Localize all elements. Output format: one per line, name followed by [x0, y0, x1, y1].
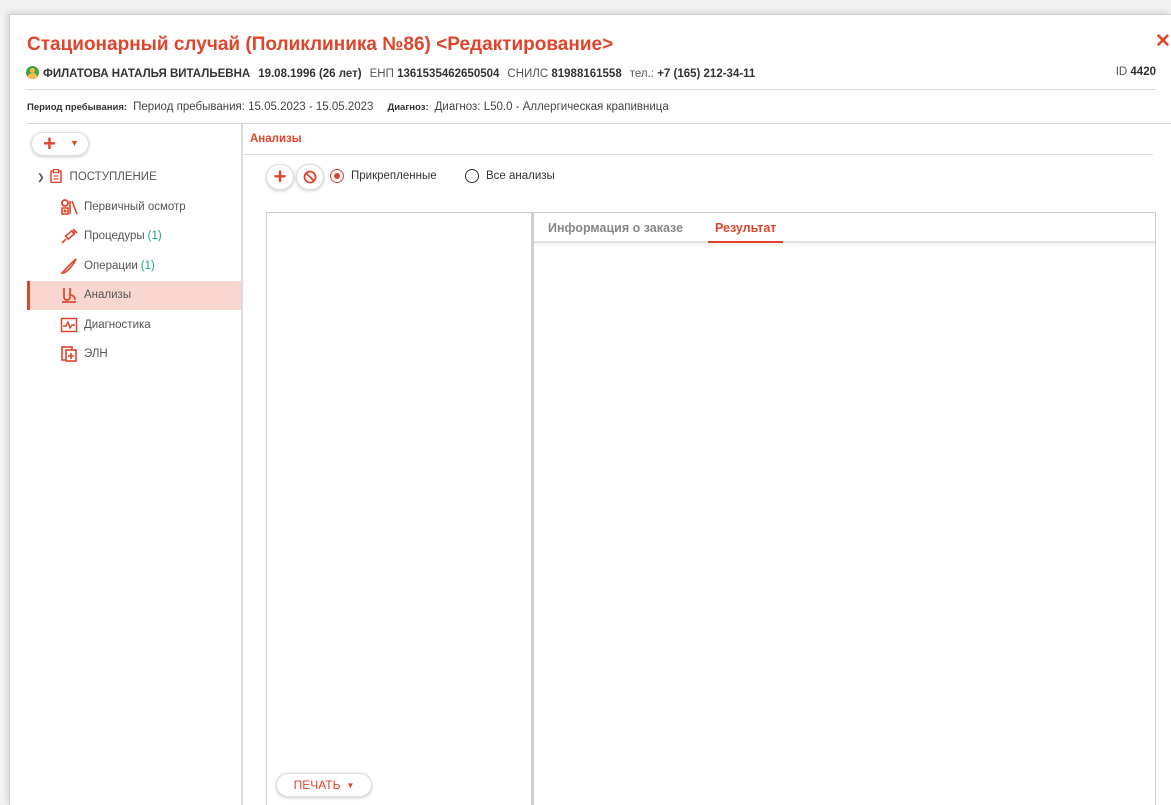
diagnosis-label: Диагноз: — [387, 102, 429, 113]
divider — [26, 89, 1156, 90]
snils-label: СНИЛС — [507, 68, 549, 80]
period-value: Период пребывания: 15.05.2023 - 15.05.20… — [133, 101, 374, 113]
tab-result[interactable]: Результат — [708, 221, 784, 243]
stay-info: Период пребывания: Период пребывания: 15.… — [27, 101, 669, 113]
exam-icon — [60, 198, 78, 215]
radio-attached[interactable]: Прикрепленные — [330, 169, 437, 183]
window-title: Стационарный случай (Поликлиника №86) <Р… — [27, 34, 614, 55]
analyses-panel: Анализы + Прикрепленные Все анализы ПЕЧА… — [243, 123, 1171, 805]
patient-info: ФИЛАТОВА НАТАЛЬЯ ВИТАЛЬЕВНА 19.08.1996 (2… — [26, 66, 1156, 86]
radio-all-analyses[interactable]: Все анализы — [465, 169, 555, 183]
patient-birth: 19.08.1996 (26 лет) — [258, 68, 362, 80]
sidebar-item-count: (1) — [140, 259, 155, 272]
sidebar-item-count: (1) — [147, 230, 162, 243]
scalpel-icon — [60, 258, 78, 274]
section-title: Анализы — [250, 133, 302, 145]
sidebar-item-label: ЭЛН — [84, 348, 108, 361]
stationary-case-window: Стационарный случай (Поликлиника №86) <Р… — [9, 14, 1171, 805]
sidebar-item-label: Процедуры — [84, 230, 145, 243]
snils-value: 81988161558 — [551, 68, 622, 80]
clipboard-icon — [49, 169, 64, 185]
lab-icon — [60, 287, 78, 304]
enp-value: 1361535462650504 — [397, 68, 500, 80]
cancel-icon — [303, 170, 317, 184]
analyses-list[interactable]: ПЕЧАТЬ ▼ — [266, 212, 533, 805]
sidebar-item-eln[interactable]: ЭЛН — [27, 340, 241, 370]
phone-label: тел.: — [629, 68, 654, 80]
radio-all-label: Все анализы — [486, 170, 555, 182]
id-value: 4420 — [1130, 66, 1156, 78]
add-analysis-button[interactable]: + — [266, 164, 294, 190]
plus-icon: + — [273, 164, 287, 189]
sidebar-item-label: Анализы — [84, 289, 132, 302]
print-button-label: ПЕЧАТЬ — [293, 778, 341, 792]
period-label: Период пребывания: — [27, 102, 128, 113]
patient-id: ID 4420 — [1116, 66, 1156, 78]
sick-leave-icon — [60, 346, 78, 363]
sidebar-item-analyses[interactable]: Анализы — [27, 280, 241, 310]
patient-name: ФИЛАТОВА НАТАЛЬЯ ВИТАЛЬЕВНА — [43, 68, 251, 80]
diagnosis-value: Диагноз: L50.0 - Аллергическая крапивниц… — [434, 101, 669, 113]
tree-group-label: ПОСТУПЛЕНИЕ — [69, 171, 157, 183]
radio-attached-label: Прикрепленные — [351, 170, 437, 182]
enp-label: ЕНП — [369, 68, 394, 80]
divider — [243, 154, 1153, 155]
tab-order-info[interactable]: Информация о заказе — [548, 221, 683, 235]
caret-down-icon: ▼ — [346, 780, 355, 790]
patient-avatar-icon — [26, 66, 39, 79]
ecg-icon — [60, 317, 78, 333]
tree-group-admission[interactable]: ❯ ПОСТУПЛЕНИЕ — [27, 162, 241, 192]
sidebar-item-primary-exam[interactable]: Первичный осмотр — [27, 192, 241, 222]
sidebar-item-label: Диагностика — [84, 318, 151, 331]
phone-value: +7 (165) 212-34-11 — [657, 68, 756, 80]
sidebar-item-label: Операции — [84, 259, 138, 272]
syringe-icon — [60, 228, 78, 244]
id-label: ID — [1115, 66, 1128, 78]
add-dropdown-button[interactable]: + ▼ — [31, 132, 89, 156]
cancel-analysis-button[interactable] — [296, 164, 324, 190]
radio-dot — [465, 169, 479, 183]
print-button[interactable]: ПЕЧАТЬ ▼ — [276, 773, 372, 797]
sidebar-item-operations[interactable]: Операции (1) — [27, 251, 241, 281]
caret-down-icon: ▼ — [70, 138, 79, 148]
sidebar-item-procedures[interactable]: Процедуры (1) — [27, 222, 241, 252]
radio-dot — [330, 169, 344, 183]
close-icon[interactable]: ✕ — [1155, 32, 1171, 51]
chevron-down-icon: ❯ — [37, 171, 45, 182]
sidebar-item-label: Первичный осмотр — [84, 200, 186, 213]
plus-icon: + — [43, 131, 56, 156]
detail-tabs: Информация о заказе Результат — [534, 213, 1155, 243]
sidebar: + ▼ ❯ ПОСТУПЛЕНИЕ Первичный осмотр Проце… — [27, 123, 243, 805]
sidebar-item-diagnostics[interactable]: Диагностика — [27, 310, 241, 340]
sidebar-tree: ❯ ПОСТУПЛЕНИЕ Первичный осмотр Процедуры… — [27, 162, 241, 369]
analysis-detail: Информация о заказе Результат — [533, 212, 1156, 805]
